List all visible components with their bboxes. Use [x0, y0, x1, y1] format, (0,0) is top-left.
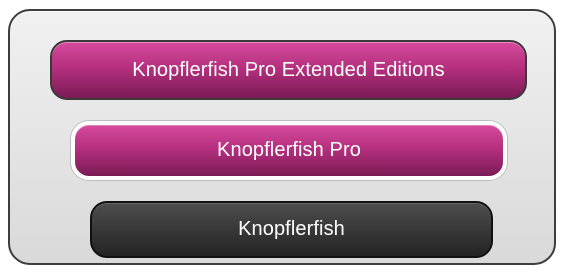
pro-button[interactable]: Knopflerfish Pro — [71, 121, 507, 180]
basic-edition-label: Knopflerfish — [238, 218, 345, 240]
extended-editions-label: Knopflerfish Pro Extended Editions — [132, 58, 445, 81]
extended-editions-button[interactable]: Knopflerfish Pro Extended Editions — [50, 40, 527, 100]
pro-label: Knopflerfish Pro — [217, 139, 361, 161]
basic-edition-button[interactable]: Knopflerfish — [90, 201, 493, 258]
